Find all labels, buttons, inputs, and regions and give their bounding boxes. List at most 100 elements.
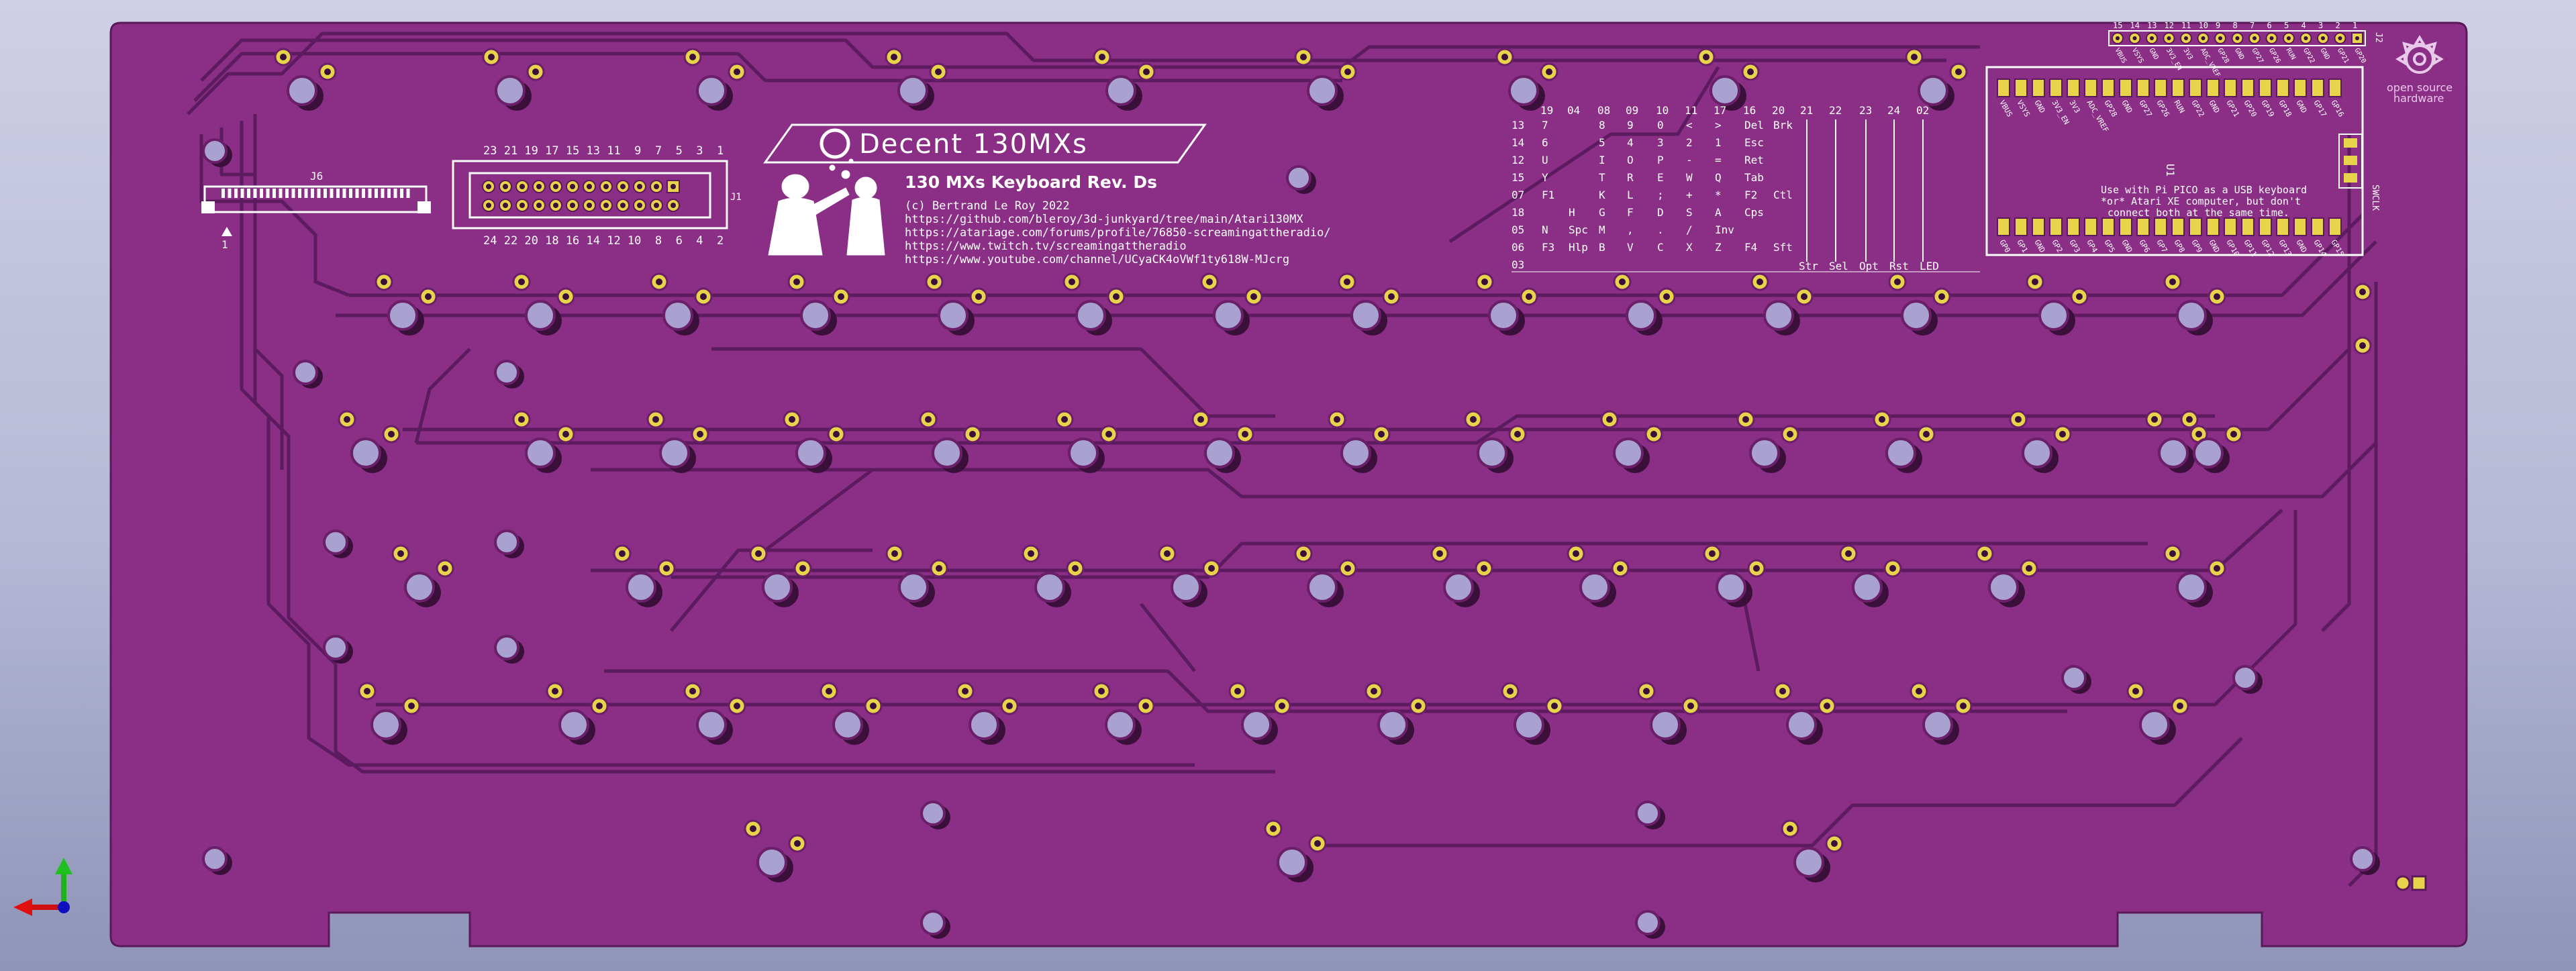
oshw-text-2: hardware [2393, 92, 2444, 105]
matrix-row-label: 06 [1512, 241, 1524, 254]
matrix-key-label: Z [1715, 241, 1722, 254]
matrix-row-label: 15 [1512, 171, 1524, 184]
j2-pin-number: 14 [2130, 21, 2140, 30]
matrix-column-header: 24 [1887, 104, 1900, 117]
matrix-column-header: 10 [1656, 104, 1669, 117]
matrix-key-label: ; [1657, 189, 1664, 201]
matrix-column-header: 21 [1800, 104, 1813, 117]
matrix-key-label: Y [1542, 171, 1548, 184]
matrix-key-label: F3 [1542, 241, 1554, 254]
j1-top-pin-numbers: 23 21 19 17 15 13 11 9 7 5 3 1 [483, 144, 724, 158]
j2-pin-number: 6 [2267, 21, 2272, 30]
j2-label: J2 [2373, 32, 2383, 43]
matrix-column-header: 23 [1859, 104, 1872, 117]
matrix-row-label: 07 [1512, 189, 1524, 201]
matrix-key-label: 2 [1686, 136, 1693, 149]
matrix-key-label: = [1715, 154, 1722, 166]
link-twitch: https://www.twitch.tv/screamingattheradi… [905, 240, 1187, 253]
matrix-key-label: Hlp [1569, 241, 1588, 254]
matrix-key-label: Tab [1744, 171, 1764, 184]
matrix-key-label: < [1686, 119, 1693, 132]
j1-bottom-pin-numbers: 24 22 20 18 16 14 12 10 8 6 4 2 [483, 234, 724, 248]
matrix-key-label: E [1657, 171, 1664, 184]
matrix-key-label: > [1715, 119, 1722, 132]
matrix-key-label: , [1627, 223, 1634, 236]
matrix-column-header: 20 [1772, 104, 1785, 117]
j2-pin-number: 11 [2181, 21, 2191, 30]
matrix-column-header: 09 [1626, 104, 1638, 117]
matrix-key-label: V [1627, 241, 1634, 254]
matrix-bottom-label: Rst [1889, 260, 1909, 272]
pico-note-1: Use with Pi PICO as a USB keyboard [2101, 184, 2307, 196]
matrix-key-label: N [1542, 223, 1548, 236]
axis-orientation-gizmo[interactable] [13, 858, 72, 916]
matrix-bottom-label: Str [1799, 260, 1818, 272]
matrix-key-label: A [1715, 206, 1722, 219]
matrix-bottom-label: Opt [1859, 260, 1879, 272]
matrix-key-label: C [1657, 241, 1664, 254]
matrix-key-label: 8 [1599, 119, 1605, 132]
matrix-key-label: Q [1715, 171, 1722, 184]
matrix-column-header: 08 [1597, 104, 1610, 117]
j2-pin-number: 15 [2113, 21, 2122, 30]
matrix-key-label: 0 [1657, 119, 1664, 132]
copyright: (c) Bertrand Le Roy 2022 [905, 199, 1070, 213]
j2-pin-number: 12 [2165, 21, 2174, 30]
matrix-column-header: 17 [1714, 104, 1726, 117]
board-title: 130 MXs Keyboard Rev. Ds [905, 172, 1157, 192]
matrix-key-label: Ctl [1773, 189, 1793, 201]
matrix-key-label: F2 [1744, 189, 1757, 201]
matrix-row-label: 12 [1512, 154, 1524, 166]
matrix-key-label: 9 [1627, 119, 1634, 132]
j2-pin-number: 2 [2336, 21, 2340, 30]
j2-pin-number: 8 [2233, 21, 2238, 30]
matrix-key-label: + [1686, 189, 1693, 201]
pico-note-3: connect both at the same time. [2108, 207, 2289, 219]
pcb-3d-viewport[interactable]: J6 1 23 21 19 17 15 13 11 9 7 5 3 1 24 2… [0, 0, 2576, 971]
matrix-key-label: / [1686, 223, 1693, 236]
matrix-key-label: U [1542, 154, 1548, 166]
matrix-key-label: L [1627, 189, 1634, 201]
matrix-key-label: F4 [1744, 241, 1757, 254]
matrix-key-label: Brk [1773, 119, 1793, 132]
matrix-row-label: 05 [1512, 223, 1524, 236]
matrix-key-label: Sft [1773, 241, 1793, 254]
matrix-row-label: 18 [1512, 206, 1524, 219]
j2-pin-number: 9 [2216, 21, 2220, 30]
matrix-key-label: T [1599, 171, 1605, 184]
matrix-row-label: 03 [1512, 258, 1524, 271]
matrix-key-label: F1 [1542, 189, 1554, 201]
matrix-key-label: R [1627, 171, 1634, 184]
matrix-key-label: . [1657, 223, 1664, 236]
matrix-key-label: Esc [1744, 136, 1764, 149]
matrix-key-label: H [1569, 206, 1575, 219]
j2-pin-number: 3 [2318, 21, 2323, 30]
matrix-key-label: I [1599, 154, 1605, 166]
matrix-key-label: 3 [1657, 136, 1664, 149]
matrix-key-label: - [1686, 154, 1693, 166]
j2-pin-number: 5 [2284, 21, 2289, 30]
j1-label: J1 [730, 192, 742, 203]
swd-label: SWCLK [2370, 185, 2380, 211]
matrix-bottom-label: Sel [1829, 260, 1848, 272]
matrix-key-label: K [1599, 189, 1605, 201]
matrix-key-label: 5 [1599, 136, 1605, 149]
matrix-key-label: S [1686, 206, 1693, 219]
pico-note-2: *or* Atari XE computer, but don't [2101, 195, 2301, 207]
matrix-key-label: P [1657, 154, 1664, 166]
matrix-key-label: B [1599, 241, 1605, 254]
u1-label: U1 [2164, 164, 2177, 176]
logo-text: Decent 130MXs [859, 129, 1088, 160]
link-atariage: https://atariage.com/forums/profile/7685… [905, 226, 1331, 240]
matrix-key-label: D [1657, 206, 1664, 219]
matrix-key-label: W [1686, 171, 1693, 184]
matrix-column-header: 19 [1540, 104, 1553, 117]
matrix-key-label: Del [1744, 119, 1764, 132]
j2-pin-number: 4 [2301, 21, 2306, 30]
matrix-key-label: * [1715, 189, 1722, 201]
j6-label: J6 [310, 170, 323, 183]
matrix-key-label: O [1627, 154, 1634, 166]
matrix-key-label: 4 [1627, 136, 1634, 149]
matrix-key-label: X [1686, 241, 1693, 254]
link-youtube: https://www.youtube.com/channel/UCyaCK4o… [905, 253, 1289, 266]
